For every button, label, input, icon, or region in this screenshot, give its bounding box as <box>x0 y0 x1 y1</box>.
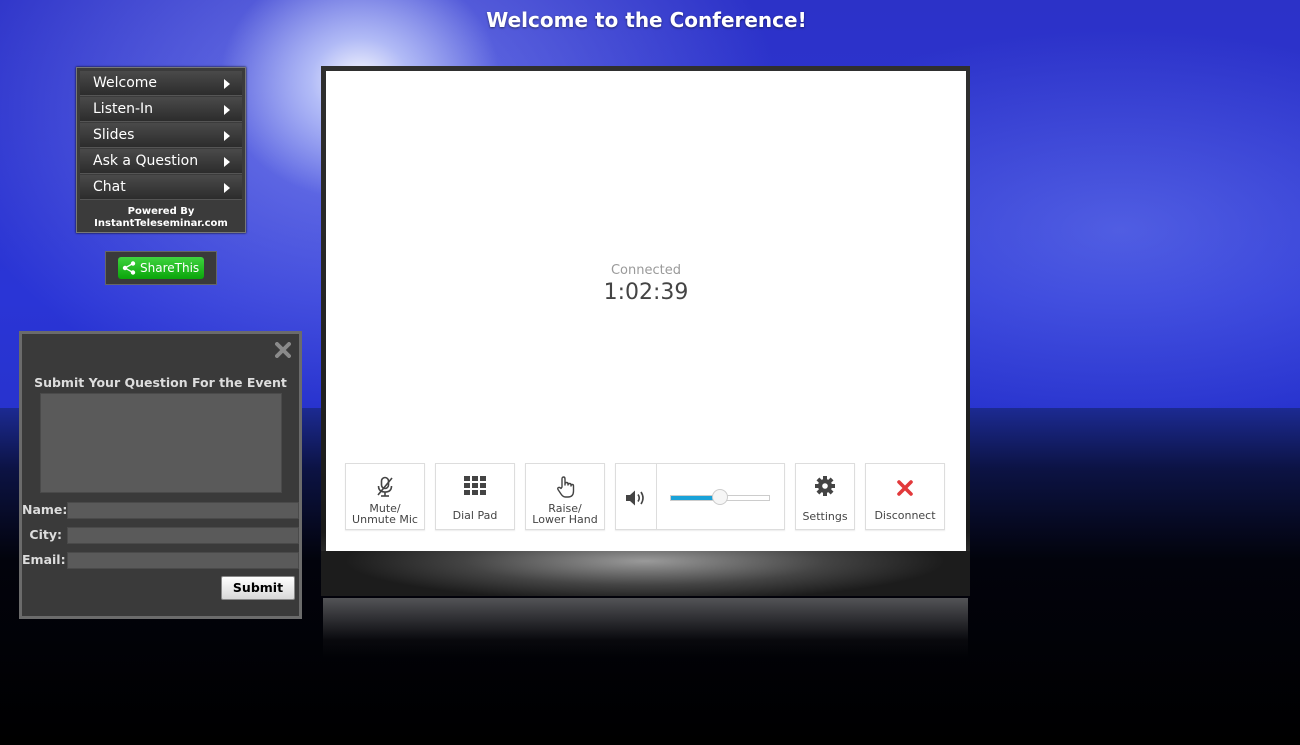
volume-slider[interactable] <box>670 489 770 505</box>
volume-button[interactable] <box>616 464 657 529</box>
close-icon[interactable] <box>275 342 291 358</box>
powered-by-site: InstantTeleseminar.com <box>94 218 228 229</box>
page-title: Welcome to the Conference! <box>486 8 807 32</box>
menu-item-label: Slides <box>93 127 135 143</box>
disconnect-button[interactable]: Disconnect <box>865 463 945 530</box>
menu-item-listen-in[interactable]: Listen-In <box>80 97 242 122</box>
stage-base <box>321 551 970 596</box>
menu-item-slides[interactable]: Slides <box>80 123 242 148</box>
submit-button[interactable]: Submit <box>221 576 295 600</box>
menu-item-label: Welcome <box>93 75 158 91</box>
call-timer: 1:02:39 <box>603 280 689 305</box>
gear-icon <box>815 476 835 496</box>
menu-item-label: Listen-In <box>93 101 154 117</box>
close-x-icon <box>897 480 913 496</box>
arrow-right-icon <box>224 79 230 89</box>
call-status: Connected <box>610 263 681 278</box>
powered-by-link[interactable]: Powered By InstantTeleseminar.com <box>80 201 242 230</box>
city-label: City: <box>29 527 62 542</box>
share-box: ShareThis <box>105 251 217 285</box>
question-panel: Submit Your Question For the Event Here:… <box>19 331 302 619</box>
email-label: Email: <box>22 552 66 567</box>
call-panel: Connected 1:02:39 Mute/ Unmute Mic Dial … <box>326 71 966 551</box>
side-menu: Welcome Listen-In Slides Ask a Question … <box>76 67 246 233</box>
share-button[interactable]: ShareThis <box>118 257 204 279</box>
raise-hand-button[interactable]: Raise/ Lower Hand <box>525 463 605 530</box>
hand-pointer-icon <box>557 476 575 498</box>
powered-by-text: Powered By <box>127 206 195 217</box>
hand-label-2: Lower Hand <box>532 513 598 526</box>
stage-reflection <box>323 598 968 658</box>
email-field[interactable] <box>67 552 299 569</box>
menu-item-chat[interactable]: Chat <box>80 175 242 200</box>
arrow-right-icon <box>224 157 230 167</box>
volume-thumb[interactable] <box>712 489 728 505</box>
mic-off-icon <box>377 476 393 497</box>
arrow-right-icon <box>224 105 230 115</box>
menu-item-welcome[interactable]: Welcome <box>80 71 242 96</box>
menu-item-label: Chat <box>93 179 126 195</box>
disconnect-label: Disconnect <box>874 509 936 522</box>
arrow-right-icon <box>224 183 230 193</box>
menu-item-label: Ask a Question <box>93 153 199 169</box>
grid-icon <box>464 476 486 495</box>
settings-button[interactable]: Settings <box>795 463 855 530</box>
share-label: ShareThis <box>140 261 200 275</box>
name-label: Name: <box>22 502 68 517</box>
volume-control <box>615 463 785 530</box>
city-field[interactable] <box>67 527 299 544</box>
speaker-icon <box>626 490 644 506</box>
name-field[interactable] <box>67 502 299 519</box>
arrow-right-icon <box>224 131 230 141</box>
question-textarea[interactable] <box>40 393 282 493</box>
mute-label-2: Unmute Mic <box>352 513 418 526</box>
settings-label: Settings <box>802 510 848 523</box>
dialpad-label: Dial Pad <box>452 509 498 522</box>
share-icon <box>121 260 137 283</box>
mute-button[interactable]: Mute/ Unmute Mic <box>345 463 425 530</box>
menu-item-ask-question[interactable]: Ask a Question <box>80 149 242 174</box>
dialpad-button[interactable]: Dial Pad <box>435 463 515 530</box>
